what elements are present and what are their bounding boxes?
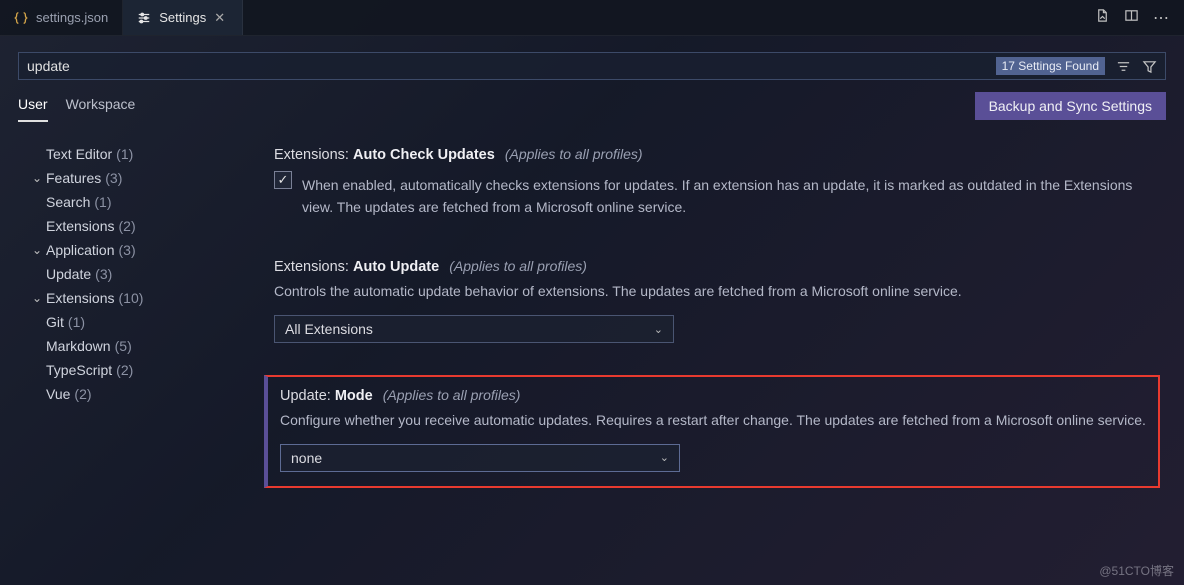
toc-item-features[interactable]: ⌄Features(3) [10,166,240,190]
settings-search-wrapper: 17 Settings Found [18,52,1166,80]
toc-item-vue[interactable]: Vue(2) [10,382,240,406]
select-value: none [291,450,322,466]
setting-title: Extensions: Auto Update (Applies to all … [274,258,1150,275]
close-icon[interactable]: ✕ [214,11,228,25]
toc-item-extensions[interactable]: ⌄Extensions(10) [10,286,240,310]
checkbox[interactable]: ✓ [274,171,292,189]
settings-search-input[interactable] [19,58,996,74]
more-icon[interactable]: ⋯ [1153,8,1170,28]
setting-description: When enabled, automatically checks exten… [302,175,1150,218]
chevron-down-icon: ⌄ [654,323,663,336]
tab-label: Settings [159,10,206,25]
chevron-down-icon: ⌄ [28,291,46,305]
settings-toc: Text Editor(1) ⌄Features(3) Search(1) Ex… [0,138,240,585]
watermark: @51CTO博客 [1099,562,1174,579]
results-count-badge: 17 Settings Found [996,57,1105,75]
select-update-mode[interactable]: none ⌄ [280,444,680,472]
chevron-down-icon: ⌄ [660,451,669,464]
setting-auto-update: Extensions: Auto Update (Applies to all … [264,250,1160,351]
setting-description: Configure whether you receive automatic … [280,410,1146,432]
toc-item-text-editor[interactable]: Text Editor(1) [10,142,240,166]
settings-content: Extensions: Auto Check Updates (Applies … [240,138,1184,585]
settings-body: Text Editor(1) ⌄Features(3) Search(1) Ex… [0,138,1184,585]
chevron-down-icon: ⌄ [28,243,46,257]
tabbar-actions: ⋯ [1095,8,1184,28]
scope-workspace[interactable]: Workspace [66,90,136,122]
backup-sync-button[interactable]: Backup and Sync Settings [975,92,1166,120]
scope-user[interactable]: User [18,90,48,122]
settings-search-row: 17 Settings Found [18,52,1166,80]
select-auto-update[interactable]: All Extensions ⌄ [274,315,674,343]
tab-label: settings.json [36,10,108,25]
setting-title: Extensions: Auto Check Updates (Applies … [274,146,1150,163]
toc-item-markdown[interactable]: Markdown(5) [10,334,240,358]
setting-update-mode: Update: Mode (Applies to all profiles) C… [264,375,1160,488]
toc-item-application[interactable]: ⌄Application(3) [10,238,240,262]
clear-filter-icon[interactable] [1115,58,1131,74]
chevron-down-icon: ⌄ [28,171,46,185]
setting-description: Controls the automatic update behavior o… [274,281,1144,303]
toc-item-search[interactable]: Search(1) [10,190,240,214]
setting-auto-check-updates: Extensions: Auto Check Updates (Applies … [264,138,1160,226]
split-editor-icon[interactable] [1124,8,1139,28]
tab-settings[interactable]: Settings ✕ [123,0,243,35]
settings-scope-row: User Workspace Backup and Sync Settings [18,90,1166,122]
toc-item-typescript[interactable]: TypeScript(2) [10,358,240,382]
toc-item-extensions-features[interactable]: Extensions(2) [10,214,240,238]
tab-settings-json[interactable]: settings.json [0,0,123,35]
toc-item-update[interactable]: Update(3) [10,262,240,286]
toc-item-git[interactable]: Git(1) [10,310,240,334]
braces-icon [14,11,28,25]
editor-tabbar: settings.json Settings ✕ ⋯ [0,0,1184,36]
new-file-icon[interactable] [1095,8,1110,28]
filter-icon[interactable] [1141,58,1157,74]
setting-title: Update: Mode (Applies to all profiles) [280,387,1146,404]
settings-scopes: User Workspace [18,90,135,122]
sliders-icon [137,11,151,25]
select-value: All Extensions [285,321,373,337]
